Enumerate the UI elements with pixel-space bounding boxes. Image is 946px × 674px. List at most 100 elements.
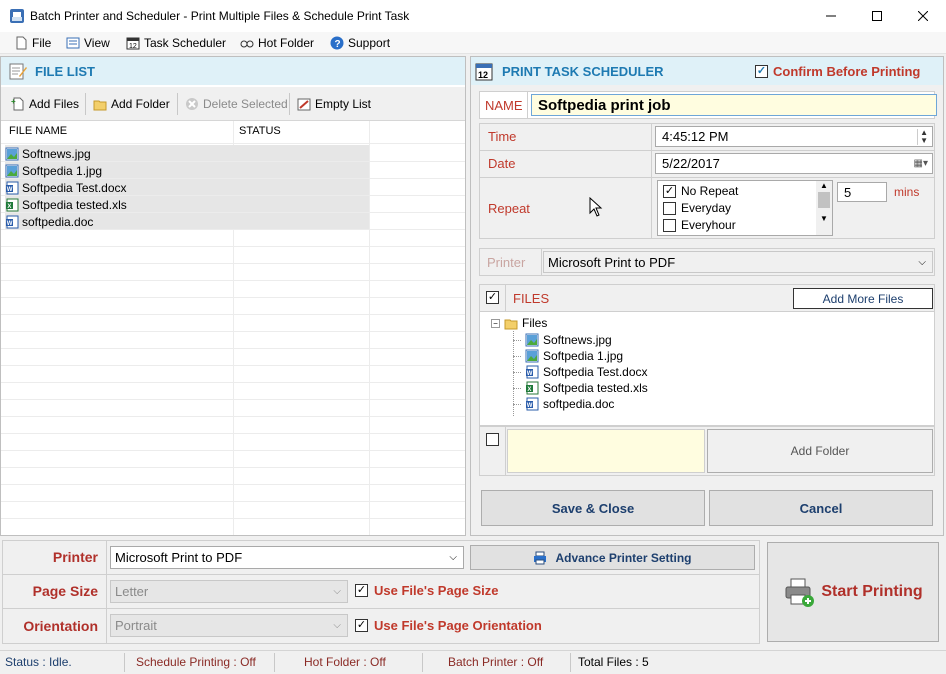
tree-root[interactable]: − Files <box>491 316 547 330</box>
word-file-icon: W <box>5 181 19 195</box>
file-row[interactable]: Wsoftpedia.doc <box>5 213 369 230</box>
close-icon[interactable] <box>900 0 946 32</box>
tree-file-name: Softpedia 1.jpg <box>543 349 624 363</box>
grid-line <box>1 365 465 366</box>
word-file-icon: W <box>5 215 19 229</box>
maximize-icon[interactable] <box>854 0 900 32</box>
title-bar: Batch Printer and Scheduler - Print Mult… <box>0 0 946 32</box>
mouse-cursor-icon <box>589 196 603 220</box>
add-files-button[interactable]: + Add Files <box>11 95 79 113</box>
tree-file-item[interactable]: W Softpedia Test.docx <box>513 365 648 379</box>
empty-list-icon <box>297 97 311 111</box>
confirm-checkbox[interactable]: ✓ <box>755 65 768 78</box>
time-label: Time <box>488 129 517 144</box>
glasses-icon <box>240 36 254 50</box>
repeat-option-label: Everyhour <box>681 218 736 232</box>
repeat-scrollbar[interactable]: ▲ ▼ <box>816 181 832 235</box>
repeat-option[interactable]: Everyhour <box>663 218 736 232</box>
repeat-option[interactable]: ✓ No Repeat <box>663 184 738 198</box>
name-label: NAME <box>485 98 523 113</box>
scheduler-header: 12 PRINT TASK SCHEDULER ✓ Confirm Before… <box>471 57 943 85</box>
use-orientation-checkbox[interactable]: ✓ <box>355 619 368 632</box>
cancel-button[interactable]: Cancel <box>709 490 933 526</box>
orientation-select[interactable]: Portrait ⌵ <box>110 614 348 637</box>
add-folder-button[interactable]: Add Folder <box>707 429 933 473</box>
repeat-option-checkbox[interactable] <box>663 218 676 232</box>
folder-checkbox[interactable] <box>486 433 499 446</box>
menu-task-scheduler[interactable]: 12 Task Scheduler <box>126 34 226 52</box>
tree-file-item[interactable]: Softpedia 1.jpg <box>513 349 623 363</box>
repeat-option-checkbox[interactable]: ✓ <box>663 184 676 198</box>
image-file-icon <box>525 333 539 347</box>
time-picker[interactable]: 4:45:12 PM ▲ ▼ <box>655 126 933 147</box>
tree-file-item[interactable]: X Softpedia tested.xls <box>513 381 648 395</box>
menu-support[interactable]: ? Support <box>330 34 390 52</box>
menu-file[interactable]: File <box>14 34 51 52</box>
edit-list-icon <box>9 62 27 80</box>
scheduler-printer-select[interactable]: Microsoft Print to PDF ⌵ <box>543 251 933 273</box>
repeat-list[interactable]: ✓ No Repeat Everyday Everyhour ▲ ▼ <box>657 180 833 236</box>
svg-text:W: W <box>7 187 13 193</box>
add-folder-button[interactable]: Add Folder <box>93 95 170 113</box>
repeat-option[interactable]: Everyday <box>663 201 731 215</box>
column-header-status[interactable]: STATUS <box>239 125 281 137</box>
tree-file-name: softpedia.doc <box>543 397 615 411</box>
file-grid: FILE NAME STATUS Softnews.jpg Softpedia 1… <box>1 121 465 535</box>
grid-line <box>1 433 465 434</box>
grid-line <box>1 195 465 196</box>
menu-view[interactable]: View <box>66 34 110 52</box>
delete-selected-button[interactable]: Delete Selected <box>185 95 288 113</box>
chevron-down-icon: ⌵ <box>333 620 341 631</box>
repeat-option-checkbox[interactable] <box>663 201 676 215</box>
files-select-all-checkbox[interactable]: ✓ <box>486 291 499 304</box>
file-name: softpedia.doc <box>22 214 94 229</box>
collapse-icon[interactable]: − <box>491 318 500 328</box>
tree-file-item[interactable]: Softnews.jpg <box>513 333 612 347</box>
tree-connector <box>513 339 521 341</box>
printer-go-icon <box>783 576 815 608</box>
file-row[interactable]: X Softpedia tested.xls <box>5 196 369 213</box>
grid-line <box>1 348 465 349</box>
files-label: FILES <box>513 291 550 306</box>
use-page-size-checkbox[interactable]: ✓ <box>355 584 368 597</box>
schedule-status: Schedule Printing : Off <box>136 655 256 669</box>
file-row[interactable]: Softpedia 1.jpg <box>5 162 369 179</box>
grid-line <box>1 314 465 315</box>
menu-hot-folder[interactable]: Hot Folder <box>240 34 314 52</box>
grid-line <box>1 416 465 417</box>
file-row[interactable]: Softnews.jpg <box>5 145 369 162</box>
add-more-files-button[interactable]: Add More Files <box>793 288 933 309</box>
file-row[interactable]: W Softpedia Test.docx <box>5 179 369 196</box>
page-size-select[interactable]: Letter ⌵ <box>110 580 348 603</box>
name-input[interactable]: Softpedia print job <box>531 94 937 116</box>
tree-connector <box>513 371 521 373</box>
add-file-icon: + <box>11 97 25 111</box>
repeat-option-label: No Repeat <box>681 184 739 198</box>
mins-input[interactable]: 5 <box>837 182 887 202</box>
spin-icon[interactable]: ▲ ▼ <box>917 128 930 145</box>
tree-connector <box>513 387 521 389</box>
column-header-file-name[interactable]: FILE NAME <box>9 125 67 137</box>
calendar-dropdown-icon[interactable]: ▦▾ <box>914 158 928 169</box>
total-files-status: Total Files : 5 <box>578 655 649 669</box>
start-printing-button[interactable]: Start Printing <box>767 542 939 642</box>
grid-divider <box>369 121 370 535</box>
grid-line <box>1 297 465 298</box>
tree-file-item[interactable]: Wsoftpedia.doc <box>513 397 614 411</box>
window-title: Batch Printer and Scheduler - Print Mult… <box>30 9 410 23</box>
minimize-icon[interactable] <box>808 0 854 32</box>
grid-line <box>1 399 465 400</box>
advance-printer-setting-button[interactable]: Advance Printer Setting <box>470 545 755 570</box>
svg-text:12: 12 <box>129 43 137 50</box>
date-picker[interactable]: 5/22/2017 ▦▾ <box>655 153 933 174</box>
empty-list-button[interactable]: Empty List <box>297 95 371 113</box>
grid-line <box>1 143 465 144</box>
tree-file-name: Softpedia Test.docx <box>543 365 648 379</box>
word-file-icon: W <box>525 397 539 411</box>
folder-path-input[interactable] <box>507 429 705 473</box>
calendar-icon: 12 <box>126 36 140 50</box>
toolbar-divider <box>289 93 290 115</box>
save-close-button[interactable]: Save & Close <box>481 490 705 526</box>
printer-label: Printer <box>52 549 98 565</box>
printer-select[interactable]: Microsoft Print to PDF ⌵ <box>110 546 464 569</box>
